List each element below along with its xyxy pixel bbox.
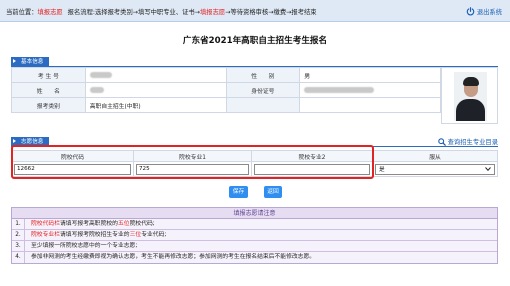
empty-cell — [225, 97, 301, 113]
candidate-photo — [454, 72, 487, 121]
magnifier-icon — [437, 137, 446, 146]
photo-frame — [441, 67, 498, 124]
note-number: 3. — [12, 241, 25, 251]
query-catalog-link[interactable]: 查询招生专业目录 — [437, 137, 498, 146]
process-current-step: 填报志愿 — [200, 9, 226, 16]
process-text-a: 报名流程:选择报考类别→填写中职专业、证书→ — [67, 9, 200, 16]
note-text: 至少填报一所院校志愿中的一个专业志愿; — [31, 243, 138, 249]
note-row: 4. 参加非网测的考生经缴费即视为确认志愿，考生不能再修改志愿；参加网测的考生在… — [12, 252, 497, 263]
exam-no-value — [84, 67, 227, 83]
category-label: 报考类别 — [11, 97, 86, 113]
gender-label: 性 别 — [225, 67, 301, 83]
breadcrumb: 当前位置：填报志愿 报名流程:选择报考类别→填写中职专业、证书→填报志愿→等待资格… — [6, 7, 317, 16]
logout-label: 退出系统 — [476, 8, 502, 16]
logout-button[interactable]: 退出系统 — [466, 6, 502, 16]
col-obey: 服从 — [372, 150, 498, 162]
note-text: 参加非网测的考生经缴费即视为确认志愿，考生不能再修改志愿；参加网测的考生在报名结… — [31, 254, 316, 260]
basic-info-tab: 基本信息 — [11, 57, 50, 66]
top-bar: 当前位置：填报志愿 报名流程:选择报考类别→填写中职专业、证书→填报志愿→等待资格… — [0, 0, 510, 22]
obey-selected-value: 是 — [379, 167, 385, 173]
page-title: 广东省2021年高职自主招生考生报名 — [182, 36, 328, 46]
query-catalog-label: 查询招生专业目录 — [447, 139, 498, 146]
save-button[interactable]: 保存 — [229, 186, 248, 198]
highlight-box — [11, 145, 374, 179]
basic-info-table: 考 生 号 性 别 男 姓 名 身份证号 报考类别 高职自主招生(中职) — [11, 67, 441, 113]
exam-no-label: 考 生 号 — [11, 67, 86, 83]
breadcrumb-current: 填报志愿 — [37, 9, 63, 16]
note-text: 院校专业栏请填写报考院校招生专业的三位专业代码; — [31, 232, 167, 238]
note-number: 4. — [12, 252, 25, 263]
gender-value: 男 — [299, 67, 441, 83]
note-text: 院校代码栏请填写报考高职院校的五位院校代码; — [31, 221, 155, 227]
note-number: 2. — [12, 230, 25, 240]
power-icon — [466, 6, 475, 15]
notes-panel: 填报志愿请注意 1. 院校代码栏请填写报考高职院校的五位院校代码; 2. 院校专… — [11, 207, 498, 264]
breadcrumb-label: 当前位置： — [6, 9, 38, 16]
obey-select[interactable]: 是 — [375, 163, 495, 175]
id-value — [299, 82, 441, 98]
name-value — [84, 82, 227, 98]
chevron-down-icon — [485, 167, 491, 171]
empty-cell — [299, 97, 441, 113]
process-text-c: →等待资格审核→缴费→报考结束 — [225, 9, 317, 16]
obey-cell: 是 — [372, 161, 498, 177]
notes-title: 填报志愿请注意 — [12, 208, 497, 219]
note-row: 1. 院校代码栏请填写报考高职院校的五位院校代码; — [12, 219, 497, 230]
note-row: 3. 至少填报一所院校志愿中的一个专业志愿; — [12, 241, 497, 252]
id-label: 身份证号 — [225, 82, 301, 98]
back-button[interactable]: 返回 — [264, 186, 282, 198]
note-row: 2. 院校专业栏请填写报考院校招生专业的三位专业代码; — [12, 230, 497, 241]
note-number: 1. — [12, 219, 25, 229]
name-label: 姓 名 — [11, 82, 86, 98]
category-value: 高职自主招生(中职) — [84, 97, 227, 113]
